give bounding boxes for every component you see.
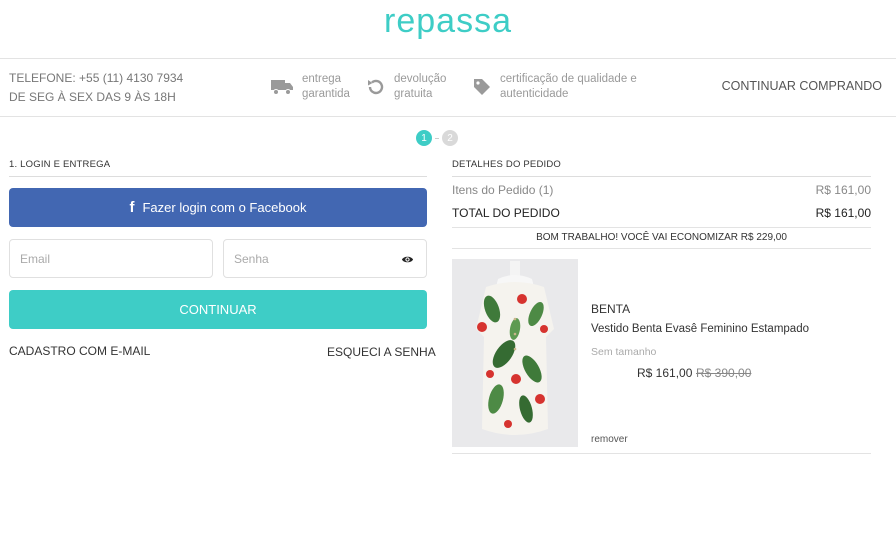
- benefit-delivery-line1: entrega: [302, 73, 342, 85]
- dress-image: [452, 259, 578, 447]
- step-connector: [435, 137, 439, 139]
- signup-email-link[interactable]: CADASTRO COM E-MAIL: [9, 344, 150, 358]
- total-summary-row: TOTAL DO PEDIDO R$ 161,00: [452, 206, 871, 220]
- email-field-wrapper: [9, 239, 213, 278]
- continue-shopping-link[interactable]: CONTINUAR COMPRANDO: [722, 79, 882, 93]
- password-input[interactable]: [224, 240, 426, 277]
- facebook-icon: f: [129, 199, 135, 216]
- benefit-certification: certificação de qualidade e autenticidad…: [472, 72, 637, 102]
- facebook-login-label: Fazer login com o Facebook: [142, 200, 307, 215]
- items-value: R$ 161,00: [815, 183, 871, 197]
- truck-icon: [271, 80, 293, 95]
- password-field-wrapper: [223, 239, 427, 278]
- top-info-bar: TELEFONE: +55 (11) 4130 7934 DE SEG À SE…: [0, 58, 896, 117]
- benefit-return-line1: devolução: [394, 73, 447, 85]
- step-2-indicator: 2: [442, 130, 458, 146]
- product-image: [452, 259, 578, 447]
- business-hours: DE SEG À SEX DAS 9 ÀS 18H: [9, 90, 176, 104]
- repassa-logo[interactable]: repassa: [0, 2, 896, 54]
- order-section-title: DETALHES DO PEDIDO: [452, 159, 871, 177]
- logo-mark: repassa: [384, 2, 512, 40]
- benefit-certification-line1: certificação de qualidade e: [500, 73, 637, 85]
- facebook-login-button[interactable]: f Fazer login com o Facebook: [9, 188, 427, 227]
- remove-item-link[interactable]: remover: [591, 434, 628, 445]
- login-section-title: 1. LOGIN E ENTREGA: [9, 159, 427, 177]
- total-value: R$ 161,00: [815, 206, 871, 220]
- show-password-icon[interactable]: [401, 253, 414, 266]
- savings-divider: [452, 248, 871, 249]
- summary-divider: [452, 227, 871, 228]
- items-summary-row: Itens do Pedido (1) R$ 161,00: [452, 183, 871, 197]
- benefit-certification-line2: autenticidade: [500, 88, 569, 100]
- benefit-return: devolução gratuita: [366, 72, 446, 102]
- product-old-price: R$ 390,00: [696, 366, 752, 380]
- phone-number: TELEFONE: +55 (11) 4130 7934: [9, 71, 184, 85]
- product-size: Sem tamanho: [591, 346, 657, 358]
- continue-button[interactable]: CONTINUAR: [9, 290, 427, 329]
- step-1-indicator: 1: [416, 130, 432, 146]
- product-divider: [452, 453, 871, 454]
- product-name[interactable]: Vestido Benta Evasê Feminino Estampado: [591, 323, 809, 335]
- items-label: Itens do Pedido (1): [452, 183, 554, 197]
- total-label: TOTAL DO PEDIDO: [452, 206, 560, 220]
- tag-icon: [474, 79, 490, 95]
- checkout-steps: 1 2: [416, 130, 458, 146]
- benefit-delivery-line2: garantida: [302, 88, 350, 100]
- contact-info: TELEFONE: +55 (11) 4130 7934 DE SEG À SE…: [9, 69, 183, 107]
- savings-message: BOM TRABALHO! VOCÊ VAI ECONOMIZAR R$ 229…: [536, 232, 787, 243]
- product-price: R$ 161,00: [637, 366, 693, 380]
- logo-text: repassa: [384, 2, 512, 40]
- benefit-return-line2: gratuita: [394, 88, 433, 100]
- return-icon: [368, 79, 384, 95]
- email-input[interactable]: [10, 240, 212, 277]
- forgot-password-link[interactable]: ESQUECI A SENHA: [327, 345, 436, 359]
- benefit-delivery: entrega garantida: [270, 72, 350, 102]
- product-brand: BENTA: [591, 302, 631, 316]
